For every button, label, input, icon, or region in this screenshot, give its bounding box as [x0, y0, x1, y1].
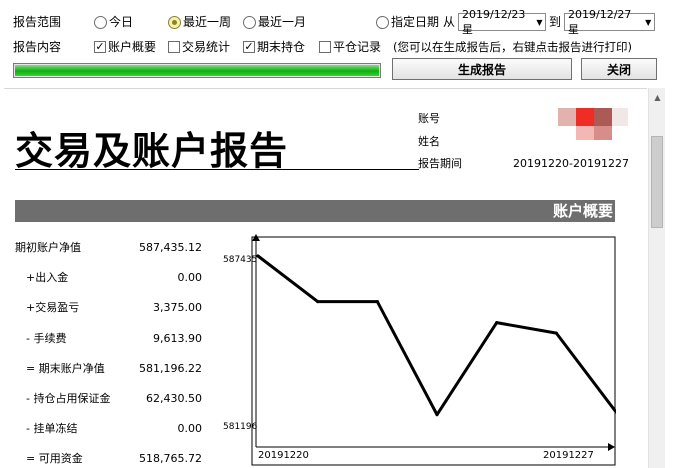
checkbox-label: 期末持仓	[257, 40, 306, 54]
radio-custom-date[interactable]: 指定日期	[376, 15, 439, 29]
redacted-mosaic	[612, 108, 628, 126]
checkmark-icon: ✓	[94, 40, 106, 53]
checkbox-end-positions[interactable]: ✓ 期末持仓	[243, 40, 305, 54]
radio-label: 指定日期	[391, 15, 440, 29]
equity-line-chart: 587435 581196 20191220 20191227	[223, 234, 616, 466]
radio-indicator	[168, 15, 181, 29]
report-options-panel: 报告范围 报告内容 今日 最近一周 最近一月 指定日期 从 2019/12/23…	[0, 0, 677, 86]
chart-line-segment	[554, 331, 616, 414]
checkbox-label: 平仓记录	[333, 40, 382, 54]
checkbox-trade-stats[interactable]: 交易统计	[168, 40, 230, 54]
checkmark-icon: ✓	[243, 40, 255, 53]
redacted-mosaic	[576, 108, 594, 126]
chart-point	[256, 254, 260, 258]
summary-row-value: 581,196.22	[139, 362, 202, 375]
summary-row-label: +出入金	[26, 271, 69, 284]
section-title: 账户概要	[552, 202, 613, 220]
summary-row-label: = 期末账户净值	[26, 362, 105, 375]
chart-line-segment	[256, 254, 320, 304]
summary-row-label: 期初账户净值	[15, 241, 81, 254]
summary-row-value: 62,430.50	[146, 392, 202, 405]
chart-line-segment	[435, 321, 499, 417]
redacted-mosaic	[594, 108, 612, 126]
checkbox-label: 账户概要	[108, 40, 157, 54]
summary-row-label: = 可用资金	[26, 452, 83, 465]
report-content-label: 报告内容	[13, 40, 62, 54]
radio-label: 最近一月	[258, 15, 307, 29]
report-period-label: 报告期间	[418, 157, 462, 170]
x-end-label: 20191227	[543, 450, 594, 461]
summary-row-label: - 挂单冻结	[26, 422, 78, 435]
chart-frame	[251, 236, 616, 466]
progress-fill	[15, 65, 379, 76]
radio-label: 最近一周	[183, 15, 232, 29]
radio-today[interactable]: 今日	[94, 15, 133, 29]
radio-indicator	[243, 15, 256, 29]
scroll-up-arrow-icon[interactable]: ▲	[649, 90, 666, 106]
report-document[interactable]: 交易及账户报告 账号 姓名 报告期间 20191220-20191227 账户概…	[4, 88, 647, 468]
to-date-picker[interactable]: 2019/12/27 星 ▼	[564, 8, 655, 36]
account-number-label: 账号	[418, 112, 440, 125]
checkbox-box	[168, 41, 180, 53]
y-max-label: 587435	[223, 255, 257, 265]
chart-line-segment	[375, 300, 439, 417]
report-range-label: 报告范围	[13, 15, 62, 29]
redacted-mosaic	[558, 108, 576, 126]
dropdown-arrow-icon: ▼	[645, 17, 652, 27]
dropdown-arrow-icon: ▼	[536, 17, 543, 27]
chart-point	[495, 321, 499, 325]
section-header-account-summary: 账户概要	[15, 200, 615, 222]
to-label: 到	[549, 15, 562, 29]
close-button[interactable]: 关闭	[581, 58, 657, 80]
summary-row-value: 518,765.72	[139, 452, 202, 465]
summary-row-value: 0.00	[177, 422, 203, 435]
x-start-label: 20191220	[258, 450, 309, 461]
radio-last-week[interactable]: 最近一周	[168, 15, 231, 29]
checkbox-box	[319, 41, 331, 53]
summary-row-label: - 手续费	[26, 332, 67, 345]
progress-bar	[13, 63, 381, 78]
x-axis-arrow-icon	[608, 443, 615, 451]
redacted-mosaic	[576, 126, 594, 140]
radio-indicator	[376, 15, 389, 29]
report-period-value: 20191220-20191227	[513, 157, 629, 170]
from-date-value: 2019/12/23 星	[462, 7, 526, 36]
print-hint: (您可以在生成报告后，右键点击报告进行打印)	[393, 40, 632, 54]
summary-row-value: 587,435.12	[139, 241, 202, 254]
radio-last-month[interactable]: 最近一月	[243, 15, 306, 29]
summary-row-label: +交易盈亏	[26, 301, 80, 314]
redacted-mosaic	[594, 126, 612, 140]
report-title: 交易及账户报告	[15, 129, 289, 173]
checkbox-closed-records[interactable]: 平仓记录	[319, 40, 381, 54]
chart-point	[375, 300, 379, 304]
radio-indicator	[94, 15, 107, 29]
title-divider	[15, 169, 419, 170]
chart-point	[435, 413, 439, 417]
name-label: 姓名	[418, 135, 440, 148]
generate-report-button[interactable]: 生成报告	[392, 58, 572, 80]
to-date-value: 2019/12/27 星	[568, 7, 632, 36]
summary-row-value: 3,375.00	[153, 301, 202, 314]
scrollbar-thumb[interactable]	[651, 136, 663, 228]
from-date-picker[interactable]: 2019/12/23 星 ▼	[458, 8, 546, 36]
summary-row-value: 9,613.90	[153, 332, 202, 345]
chart-point	[554, 331, 558, 335]
summary-row-label: - 持仓占用保证金	[26, 392, 111, 405]
chart-line-segment	[495, 321, 558, 335]
chart-point	[316, 300, 320, 304]
checkbox-label: 交易统计	[182, 40, 231, 54]
checkbox-account-summary[interactable]: ✓ 账户概要	[94, 40, 156, 54]
radio-label: 今日	[109, 15, 134, 29]
vertical-scrollbar[interactable]: ▲	[648, 88, 665, 468]
from-label: 从	[443, 15, 456, 29]
chart-series	[256, 254, 616, 417]
y-min-label: 581196	[223, 422, 258, 432]
summary-row-value: 0.00	[177, 271, 203, 284]
